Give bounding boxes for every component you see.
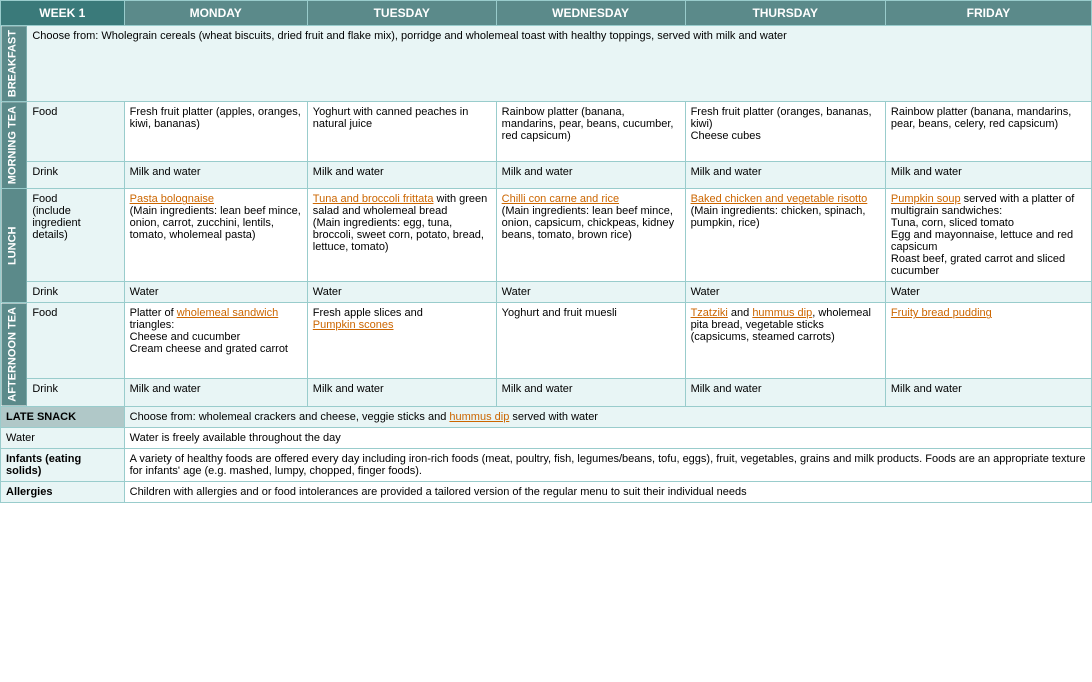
late-snack-pre: Choose from: wholemeal crackers and chee… <box>130 411 450 423</box>
lunch-wednesday-food: Chilli con carne and rice(Main ingredien… <box>496 189 685 282</box>
afternoon-tea-wednesday-drink: Milk and water <box>496 379 685 407</box>
lunch-tuesday-food: Tuna and broccoli frittata with green sa… <box>307 189 496 282</box>
afternoon-tea-tuesday-food: Fresh apple slices andPumpkin scones <box>307 303 496 379</box>
water-label: Water <box>1 428 125 449</box>
lunch-food-label: Food(include ingredient details) <box>27 189 124 282</box>
afternoon-tea-food-row: AFTERNOON TEA Food Platter of wholemeal … <box>1 303 1092 379</box>
allergies-row: Allergies Children with allergies and or… <box>1 482 1092 503</box>
hummus-dip-link-late[interactable]: hummus dip <box>449 411 509 423</box>
morning-tea-friday-food: Rainbow platter (banana, mandarins, pear… <box>885 102 1091 161</box>
lunch-drink-label: Drink <box>27 282 124 303</box>
fruity-bread-pudding-link[interactable]: Fruity bread pudding <box>891 307 992 319</box>
morning-tea-tuesday-food: Yoghurt with canned peaches in natural j… <box>307 102 496 161</box>
wednesday-header: WEDNESDAY <box>496 1 685 26</box>
tuna-frittata-link[interactable]: Tuna and broccoli frittata <box>313 193 434 205</box>
afternoon-tea-friday-food: Fruity bread pudding <box>885 303 1091 379</box>
late-snack-label: LATE SNACK <box>1 407 125 428</box>
lunch-thursday-drink: Water <box>685 282 885 303</box>
hummus-dip-link-thursday[interactable]: hummus dip <box>752 307 812 319</box>
morning-tea-monday-drink: Milk and water <box>124 161 307 189</box>
morning-tea-thursday-food: Fresh fruit platter (oranges, bananas, k… <box>685 102 885 161</box>
morning-tea-tuesday-drink: Milk and water <box>307 161 496 189</box>
infants-row: Infants (eating solids) A variety of hea… <box>1 449 1092 482</box>
late-snack-post: served with water <box>509 411 598 423</box>
lunch-tuesday-drink: Water <box>307 282 496 303</box>
late-snack-text: Choose from: wholemeal crackers and chee… <box>124 407 1091 428</box>
water-text: Water is freely available throughout the… <box>124 428 1091 449</box>
lunch-monday-food: Pasta bolognaise(Main ingredients: lean … <box>124 189 307 282</box>
pasta-bolognaise-link[interactable]: Pasta bolognaise <box>130 193 214 205</box>
lunch-food-row: LUNCH Food(include ingredient details) P… <box>1 189 1092 282</box>
water-row: Water Water is freely available througho… <box>1 428 1092 449</box>
morning-tea-friday-drink: Milk and water <box>885 161 1091 189</box>
infants-label: Infants (eating solids) <box>1 449 125 482</box>
afternoon-tea-thursday-food: Tzatziki and hummus dip, wholemeal pita … <box>685 303 885 379</box>
wholemeal-sandwich-link[interactable]: wholemeal sandwich <box>177 307 279 319</box>
allergies-text: Children with allergies and or food into… <box>124 482 1091 503</box>
late-snack-row: LATE SNACK Choose from: wholemeal cracke… <box>1 407 1092 428</box>
tuesday-header: TUESDAY <box>307 1 496 26</box>
tzatziki-link[interactable]: Tzatziki <box>691 307 728 319</box>
afternoon-tea-friday-drink: Milk and water <box>885 379 1091 407</box>
afternoon-tea-thursday-drink: Milk and water <box>685 379 885 407</box>
afternoon-tea-monday-food: Platter of wholemeal sandwich triangles:… <box>124 303 307 379</box>
lunch-wednesday-drink: Water <box>496 282 685 303</box>
morning-tea-food-row: MORNING TEA Food Fresh fruit platter (ap… <box>1 102 1092 161</box>
afternoon-tea-monday-drink: Milk and water <box>124 379 307 407</box>
lunch-label: LUNCH <box>1 189 27 303</box>
afternoon-tea-tuesday-drink: Milk and water <box>307 379 496 407</box>
morning-tea-food-label: Food <box>27 102 124 161</box>
lunch-thursday-food: Baked chicken and vegetable risotto(Main… <box>685 189 885 282</box>
morning-tea-wednesday-food: Rainbow platter (banana, mandarins, pear… <box>496 102 685 161</box>
morning-tea-drink-label: Drink <box>27 161 124 189</box>
chilli-con-carne-link[interactable]: Chilli con carne and rice <box>502 193 619 205</box>
morning-tea-drink-row: Drink Milk and water Milk and water Milk… <box>1 161 1092 189</box>
breakfast-text: Choose from: Wholegrain cereals (wheat b… <box>27 26 1092 102</box>
morning-tea-label: MORNING TEA <box>1 102 27 189</box>
friday-header: FRIDAY <box>885 1 1091 26</box>
week-label: WEEK 1 <box>1 1 125 26</box>
allergies-label: Allergies <box>1 482 125 503</box>
afternoon-tea-drink-row: Drink Milk and water Milk and water Milk… <box>1 379 1092 407</box>
afternoon-tea-wednesday-food: Yoghurt and fruit muesli <box>496 303 685 379</box>
breakfast-label: BREAKFAST <box>1 26 27 102</box>
pumpkin-soup-link[interactable]: Pumpkin soup <box>891 193 961 205</box>
afternoon-tea-label: AFTERNOON TEA <box>1 303 27 407</box>
pumpkin-scones-link[interactable]: Pumpkin scones <box>313 319 394 331</box>
afternoon-tea-food-label: Food <box>27 303 124 379</box>
lunch-monday-drink: Water <box>124 282 307 303</box>
lunch-friday-drink: Water <box>885 282 1091 303</box>
baked-chicken-link[interactable]: Baked chicken and vegetable risotto <box>691 193 868 205</box>
morning-tea-monday-food: Fresh fruit platter (apples, oranges, ki… <box>124 102 307 161</box>
meal-plan-table: WEEK 1 MONDAY TUESDAY WEDNESDAY THURSDAY… <box>0 0 1092 503</box>
infants-text: A variety of healthy foods are offered e… <box>124 449 1091 482</box>
morning-tea-thursday-drink: Milk and water <box>685 161 885 189</box>
afternoon-tea-drink-label: Drink <box>27 379 124 407</box>
monday-header: MONDAY <box>124 1 307 26</box>
header-row: WEEK 1 MONDAY TUESDAY WEDNESDAY THURSDAY… <box>1 1 1092 26</box>
lunch-drink-row: Drink Water Water Water Water Water <box>1 282 1092 303</box>
morning-tea-wednesday-drink: Milk and water <box>496 161 685 189</box>
lunch-friday-food: Pumpkin soup served with a platter of mu… <box>885 189 1091 282</box>
breakfast-row: BREAKFAST Choose from: Wholegrain cereal… <box>1 26 1092 102</box>
thursday-header: THURSDAY <box>685 1 885 26</box>
